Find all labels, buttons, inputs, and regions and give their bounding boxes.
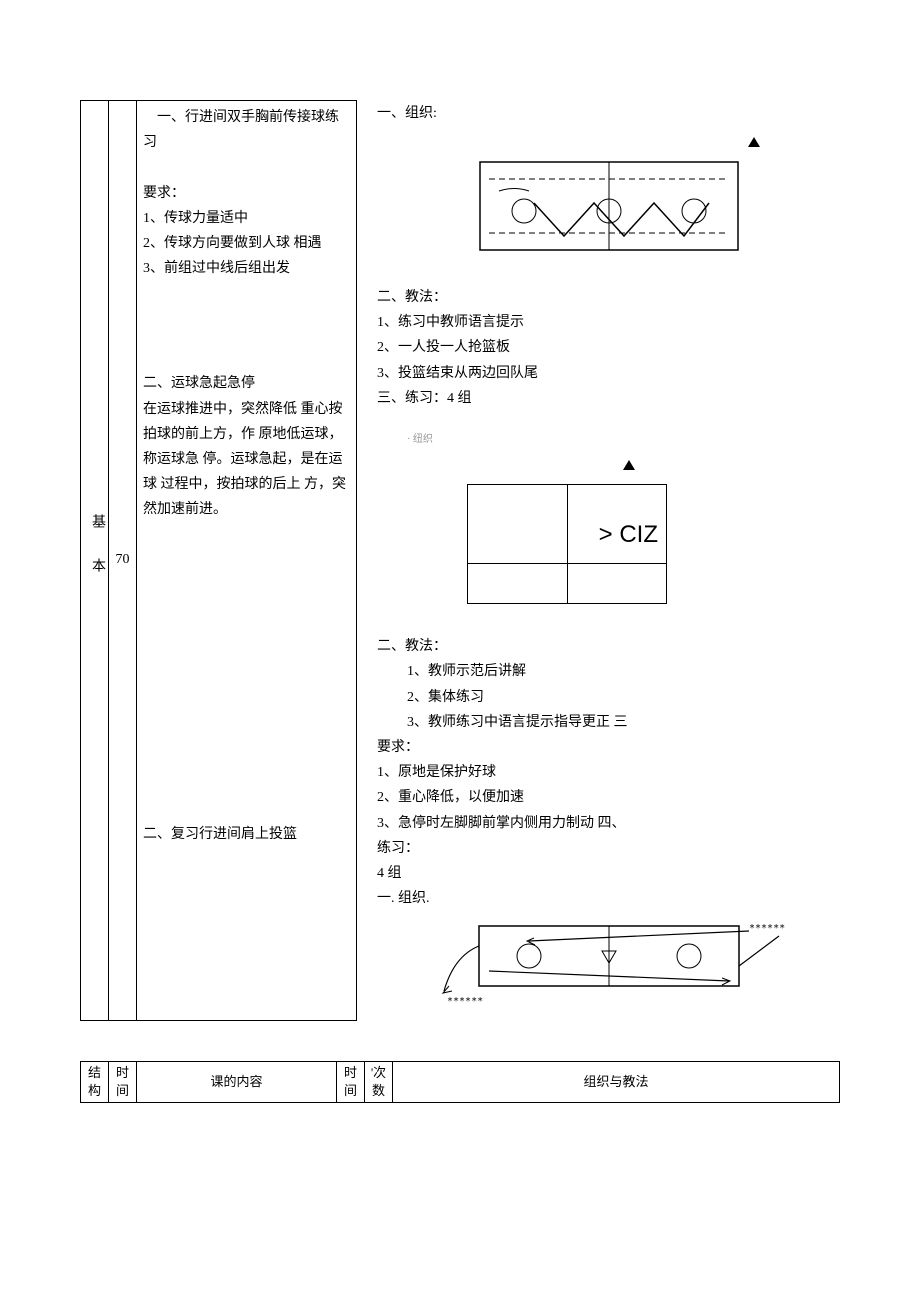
h2-col3: 课的内容: [137, 1061, 337, 1102]
time-value: 70: [116, 552, 130, 567]
block2-title: 二、运球急起急停: [143, 371, 350, 396]
sec2-practice-val: 4 组: [377, 861, 840, 886]
sec1-teach-1: 1、练习中教师语言提示: [377, 310, 840, 335]
diagram-2: > CIZ: [467, 484, 667, 604]
right-column: 一、组织: 二、教法： 1、练习中教师语言提示 2、一人投一人抢篮板: [357, 101, 841, 1021]
block1-title: 一、行进间双手胸前传接球练习: [143, 105, 350, 155]
structure-column: 基本: [81, 101, 109, 1021]
block1-item-1: 1、传球力量适中: [143, 206, 350, 231]
stars-right: ******: [749, 923, 785, 934]
sec2-teach-1: 1、教师示范后讲解: [377, 659, 840, 684]
block2-body: 在运球推进中，突然降低 重心按拍球的前上方，作 原地低运球，称运球急 停。运球急…: [143, 397, 350, 523]
h2-col5: '次数: [365, 1061, 393, 1102]
diagram-2-container: > CIZ: [417, 459, 800, 604]
sec1-teach-label: 二、教法：: [377, 285, 840, 310]
main-lesson-table: 基本 70 一、行进间双手胸前传接球练习 要求： 1、传球力量适中 2、传球方向…: [80, 100, 840, 1021]
sec2-req-label: 要求：: [377, 735, 840, 760]
sec2-req-2: 2、重心降低，以便加速: [377, 785, 840, 810]
diagram-3: ****** ******: [429, 916, 789, 1006]
block3-title: 二、复习行进间肩上投篮: [143, 822, 350, 847]
h2-col6: 组织与教法: [393, 1061, 840, 1102]
time-column: 70: [109, 101, 137, 1021]
content-block-3: 二、复习行进间肩上投篮: [143, 822, 350, 847]
sec1-teach-2: 2、一人投一人抢篮板: [377, 335, 840, 360]
diag2-text: > CIZ: [599, 513, 658, 556]
sec1-org-label: 一、组织:: [377, 101, 840, 126]
triangle-icon: [748, 137, 760, 147]
sec2-teach-label: 二、教法：: [377, 634, 840, 659]
h2-col2: 时间: [109, 1061, 137, 1102]
sec1-practice: 三、练习：4 组: [377, 386, 840, 411]
header-row-table: 结构 时间 课的内容 时间 '次数 组织与教法: [80, 1061, 840, 1103]
h2-col1: 结构: [81, 1061, 109, 1102]
sec2-teach-3: 3、教师练习中语言提示指导更正 三: [377, 710, 840, 735]
diagram-3-container: ****** ******: [377, 916, 840, 1015]
block1-item-3: 3、前组过中线后组出发: [143, 256, 350, 281]
content-block-2: 二、运球急起急停 在运球推进中，突然降低 重心按拍球的前上方，作 原地低运球，称…: [143, 371, 350, 522]
sec2-org-faded: · 纽织: [377, 431, 840, 449]
block1-req-label: 要求：: [143, 181, 350, 206]
diagram-1: [479, 161, 739, 251]
content-block-1: 一、行进间双手胸前传接球练习 要求： 1、传球力量适中 2、传球方向要做到人球 …: [143, 105, 350, 281]
diagram-1-container: [417, 136, 800, 260]
content-column: 一、行进间双手胸前传接球练习 要求： 1、传球力量适中 2、传球方向要做到人球 …: [137, 101, 357, 1021]
sec2-teach-2: 2、集体练习: [377, 685, 840, 710]
sec1-teach-3: 3、投篮结束从两边回队尾: [377, 361, 840, 386]
h2-col4: 时间: [337, 1061, 365, 1102]
sec2-practice-label: 练习：: [377, 836, 840, 861]
structure-label: 基本: [87, 514, 107, 602]
sec2-org-label2: 一. 组织.: [377, 886, 840, 911]
sec2-req-3: 3、急停时左脚脚前掌内侧用力制动 四、: [377, 811, 840, 836]
sec2-req-1: 1、原地是保护好球: [377, 760, 840, 785]
stars-left: ******: [447, 996, 483, 1006]
block1-item-2: 2、传球方向要做到人球 相遇: [143, 231, 350, 256]
triangle-icon-2: [623, 460, 635, 470]
